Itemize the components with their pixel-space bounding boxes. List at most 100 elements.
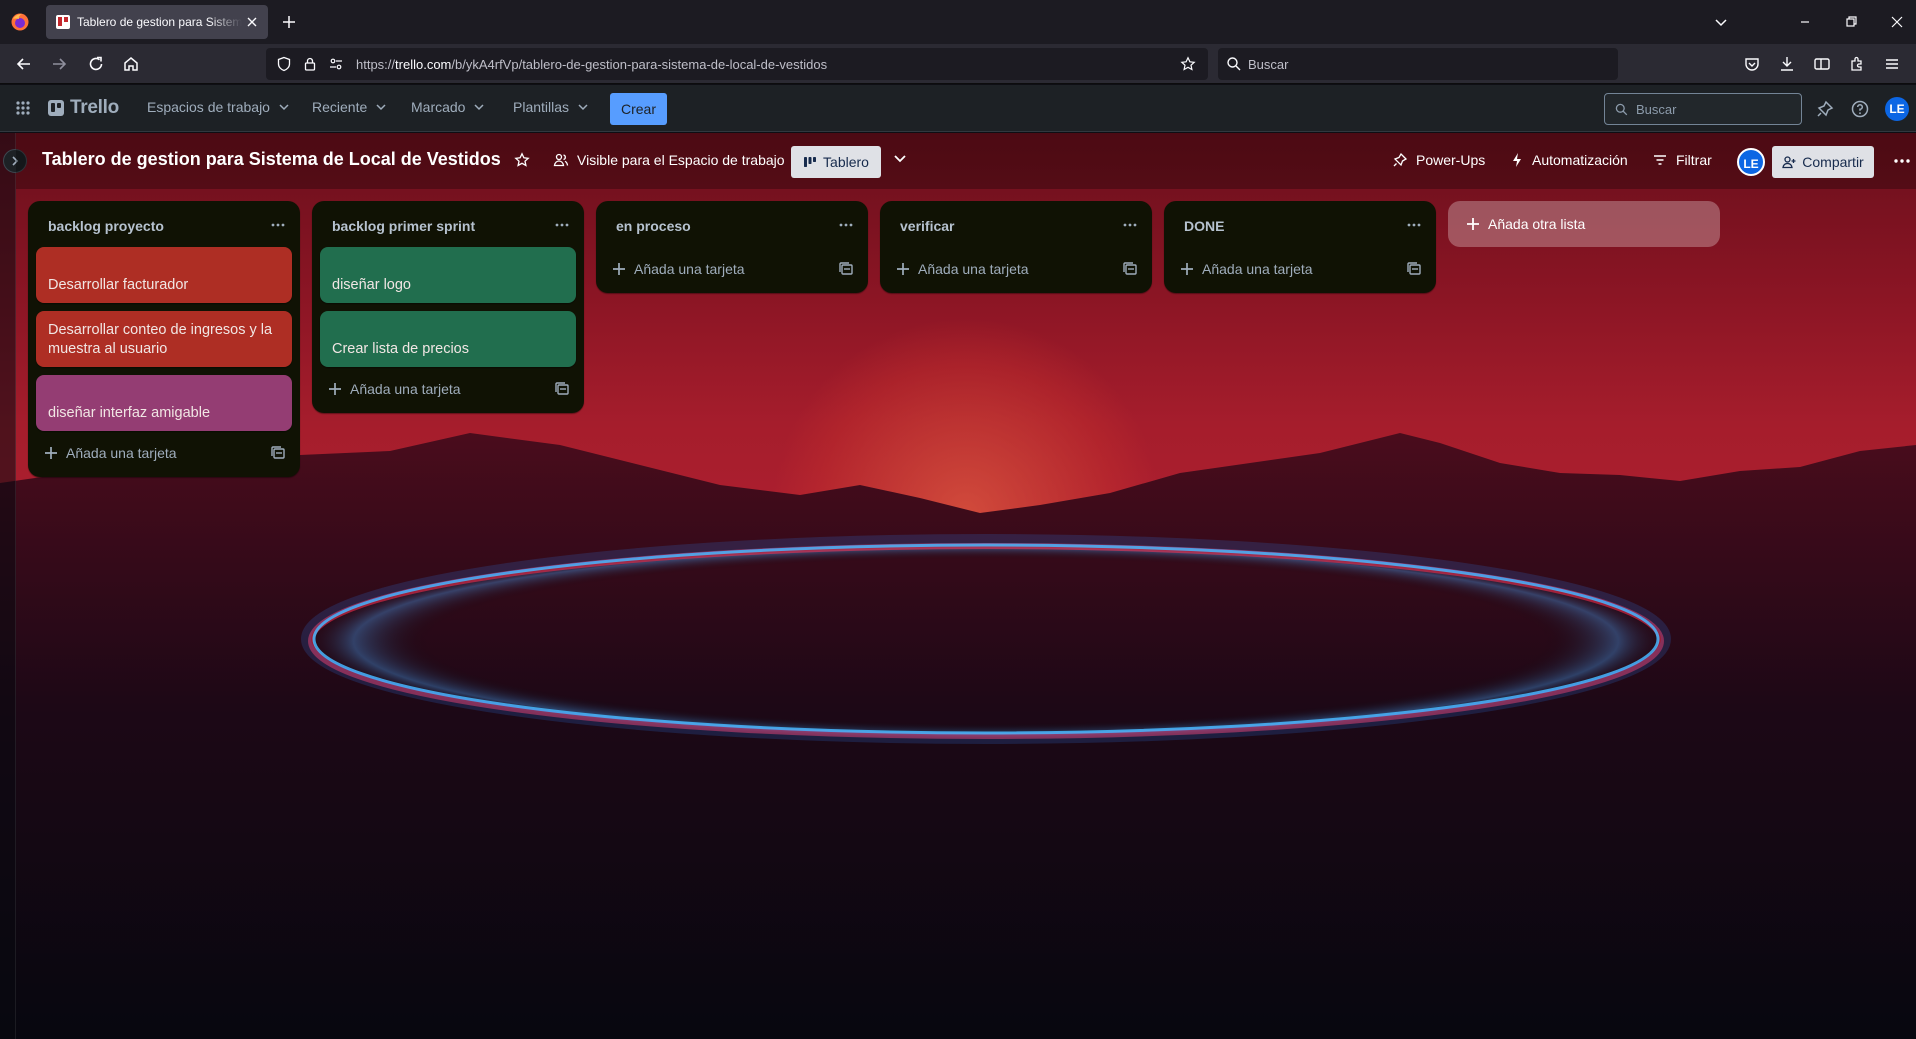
downloads-icon[interactable] [1777, 54, 1797, 74]
list-title[interactable]: verificar [900, 218, 954, 234]
add-card-button[interactable]: Añada una tarjeta [1180, 261, 1313, 277]
firefox-logo-icon[interactable] [10, 12, 30, 32]
add-card-button[interactable]: Añada una tarjeta [328, 381, 461, 397]
list-title[interactable]: en proceso [616, 218, 691, 234]
menu-starred[interactable]: Marcado [411, 99, 485, 115]
create-from-template-icon[interactable] [1122, 261, 1138, 277]
chevron-down-icon [278, 101, 290, 113]
menu-templates-label: Plantillas [513, 99, 570, 115]
add-card-label: Añada una tarjeta [634, 261, 745, 277]
list-actions-more-icon[interactable] [268, 215, 288, 235]
notifications-bell-icon[interactable] [1815, 99, 1835, 119]
card[interactable]: diseñar logo [320, 247, 576, 303]
trello-logo[interactable]: Trello [48, 97, 119, 119]
new-tab-icon[interactable] [280, 13, 298, 31]
add-list-label-row: Añada otra lista [1466, 216, 1585, 232]
card[interactable]: Desarrollar conteo de ingresos y la mues… [36, 311, 292, 367]
list-footer: Añada una tarjeta [312, 367, 584, 413]
add-card-button[interactable]: Añada una tarjeta [44, 445, 177, 461]
trello-search-placeholder: Buscar [1636, 102, 1677, 117]
browser-navigation-bar: https://trello.com/b/ykA4rfVp/tablero-de… [0, 44, 1916, 84]
sidebar-toggle-icon[interactable] [1812, 54, 1832, 74]
app-switcher-grid-icon[interactable] [15, 100, 31, 116]
url-bar[interactable]: https://trello.com/b/ykA4rfVp/tablero-de… [266, 48, 1208, 80]
list-actions-more-icon[interactable] [1404, 215, 1424, 235]
menu-workspaces[interactable]: Espacios de trabajo [147, 99, 290, 115]
view-switcher-button[interactable] [892, 150, 908, 166]
list-verificar[interactable]: verificar Añada una tarjeta [880, 201, 1152, 293]
forward-icon[interactable] [49, 54, 69, 74]
list-actions-more-icon[interactable] [552, 215, 572, 235]
tab-title: Tablero de gestion para Sistema de Local… [77, 15, 242, 29]
collapsed-board-sidebar [0, 133, 16, 1039]
restore-window-icon[interactable] [1842, 13, 1860, 31]
automation-label: Automatización [1532, 152, 1628, 168]
help-icon[interactable] [1850, 99, 1870, 119]
board-menu-more-icon[interactable] [1892, 151, 1912, 171]
account-avatar[interactable]: LE [1885, 97, 1909, 121]
bookmark-star-icon[interactable] [1180, 56, 1196, 72]
create-from-template-icon[interactable] [554, 381, 570, 397]
automation-button[interactable]: Automatización [1510, 152, 1628, 168]
browser-search-bar[interactable]: Buscar [1218, 48, 1618, 80]
list-all-tabs-icon[interactable] [1712, 13, 1730, 31]
close-tab-icon[interactable] [244, 14, 260, 30]
card[interactable]: Desarrollar facturador [36, 247, 292, 303]
url-text[interactable]: https://trello.com/b/ykA4rfVp/tablero-de… [356, 57, 827, 72]
menu-templates[interactable]: Plantillas [513, 99, 589, 115]
close-window-icon[interactable] [1888, 13, 1906, 31]
permissions-icon[interactable] [328, 56, 344, 72]
list-actions-more-icon[interactable] [1120, 215, 1140, 235]
visibility-label: Visible para el Espacio de trabajo [577, 152, 785, 168]
list-title[interactable]: backlog primer sprint [332, 218, 475, 234]
board-member-avatar[interactable]: LE [1737, 148, 1765, 176]
filter-button[interactable]: Filtrar [1652, 152, 1712, 168]
create-from-template-icon[interactable] [1406, 261, 1422, 277]
pocket-icon[interactable] [1742, 54, 1762, 74]
list-en-proceso[interactable]: en proceso Añada una tarjeta [596, 201, 868, 293]
url-domain: trello.com [395, 57, 452, 72]
add-list-button[interactable]: Añada otra lista [1448, 201, 1720, 247]
add-card-button[interactable]: Añada una tarjeta [896, 261, 1029, 277]
trello-logo-mark-icon [48, 100, 64, 116]
create-button[interactable]: Crear [610, 93, 667, 125]
list-backlog-proyecto[interactable]: backlog proyecto Desarrollar facturador … [28, 201, 300, 477]
star-board-button[interactable] [514, 152, 530, 168]
board-view-icon [803, 155, 817, 169]
create-from-template-icon[interactable] [270, 445, 286, 461]
lock-icon[interactable] [302, 56, 318, 72]
list-actions-more-icon[interactable] [836, 215, 856, 235]
list-done[interactable]: DONE Añada una tarjeta [1164, 201, 1436, 293]
extensions-icon[interactable] [1847, 54, 1867, 74]
plus-icon [44, 446, 58, 460]
card[interactable]: diseñar interfaz amigable [36, 375, 292, 431]
share-label: Compartir [1802, 154, 1864, 170]
home-icon[interactable] [121, 54, 141, 74]
list-footer: Añada una tarjeta [1164, 247, 1436, 293]
browser-tab[interactable]: Tablero de gestion para Sistema de Local… [46, 5, 268, 39]
add-card-button[interactable]: Añada una tarjeta [612, 261, 745, 277]
board-view-button[interactable]: Tablero [791, 146, 881, 178]
create-from-template-icon[interactable] [838, 261, 854, 277]
add-card-label: Añada una tarjeta [918, 261, 1029, 277]
power-ups-button[interactable]: Power-Ups [1392, 152, 1485, 168]
list-title[interactable]: DONE [1184, 218, 1224, 234]
back-icon[interactable] [14, 54, 34, 74]
share-button[interactable]: Compartir [1772, 146, 1874, 178]
reload-icon[interactable] [86, 54, 106, 74]
tracking-protection-shield-icon[interactable] [276, 56, 292, 72]
visibility-button[interactable]: Visible para el Espacio de trabajo [553, 152, 785, 168]
menu-recent-label: Reciente [312, 99, 368, 115]
hamburger-menu-icon[interactable] [1882, 54, 1902, 74]
board-title[interactable]: Tablero de gestion para Sistema de Local… [42, 149, 501, 170]
minimize-window-icon[interactable] [1796, 13, 1814, 31]
plus-icon [612, 262, 626, 276]
list-backlog-primer-sprint[interactable]: backlog primer sprint diseñar logo Crear… [312, 201, 584, 413]
trello-search-input[interactable]: Buscar [1604, 93, 1802, 125]
card-list: Desarrollar facturador Desarrollar conte… [28, 247, 300, 431]
menu-starred-label: Marcado [411, 99, 466, 115]
menu-recent[interactable]: Reciente [312, 99, 387, 115]
card[interactable]: Crear lista de precios [320, 311, 576, 367]
list-title[interactable]: backlog proyecto [48, 218, 164, 234]
filter-icon [1652, 152, 1668, 168]
